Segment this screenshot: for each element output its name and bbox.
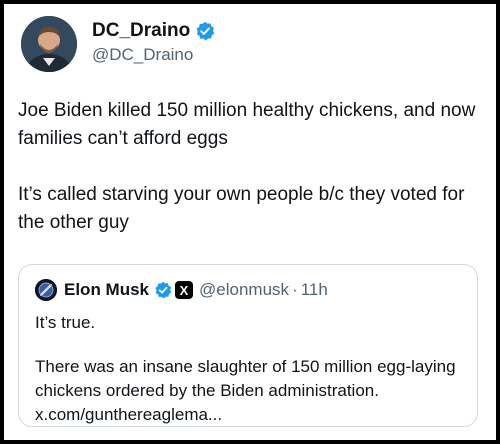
quoted-author-name[interactable]: Elon Musk <box>64 280 149 300</box>
quoted-post-paragraph: It’s true. <box>35 313 96 332</box>
quoted-post-paragraph: There was an insane slaughter of 150 mil… <box>35 357 456 400</box>
affiliate-x-badge-icon: X <box>175 281 194 299</box>
quoted-post-time[interactable]: 11h <box>301 280 328 300</box>
quoted-author-avatar[interactable] <box>35 279 57 301</box>
post-text-paragraph: It’s called starving your own people b/c… <box>18 184 465 233</box>
post-body: Joe Biden killed 150 million healthy chi… <box>18 97 484 237</box>
post-text-paragraph: Joe Biden killed 150 million healthy chi… <box>18 100 476 149</box>
quoted-author-handle[interactable]: @elonmusk <box>199 280 289 300</box>
author-handle[interactable]: @DC_Draino <box>92 45 193 65</box>
verified-badge-icon <box>195 21 215 41</box>
author-name-row[interactable]: DC_Draino <box>92 20 215 42</box>
quoted-post[interactable]: Elon Musk X @elonmusk · 11h It’s true. T… <box>18 264 478 427</box>
author-name[interactable]: DC_Draino <box>92 20 190 42</box>
quoted-post-body: It’s true. There was an insane slaughter… <box>35 311 465 427</box>
verified-badge-icon <box>154 281 172 299</box>
quoted-post-header: Elon Musk X @elonmusk · 11h <box>35 279 328 301</box>
author-avatar[interactable] <box>21 16 77 72</box>
separator-dot: · <box>292 280 298 299</box>
tweet-card[interactable]: DC_Draino @DC_Draino Joe Biden killed 15… <box>4 4 496 440</box>
quoted-post-link[interactable]: x.com/gunthereaglema... <box>35 403 465 427</box>
